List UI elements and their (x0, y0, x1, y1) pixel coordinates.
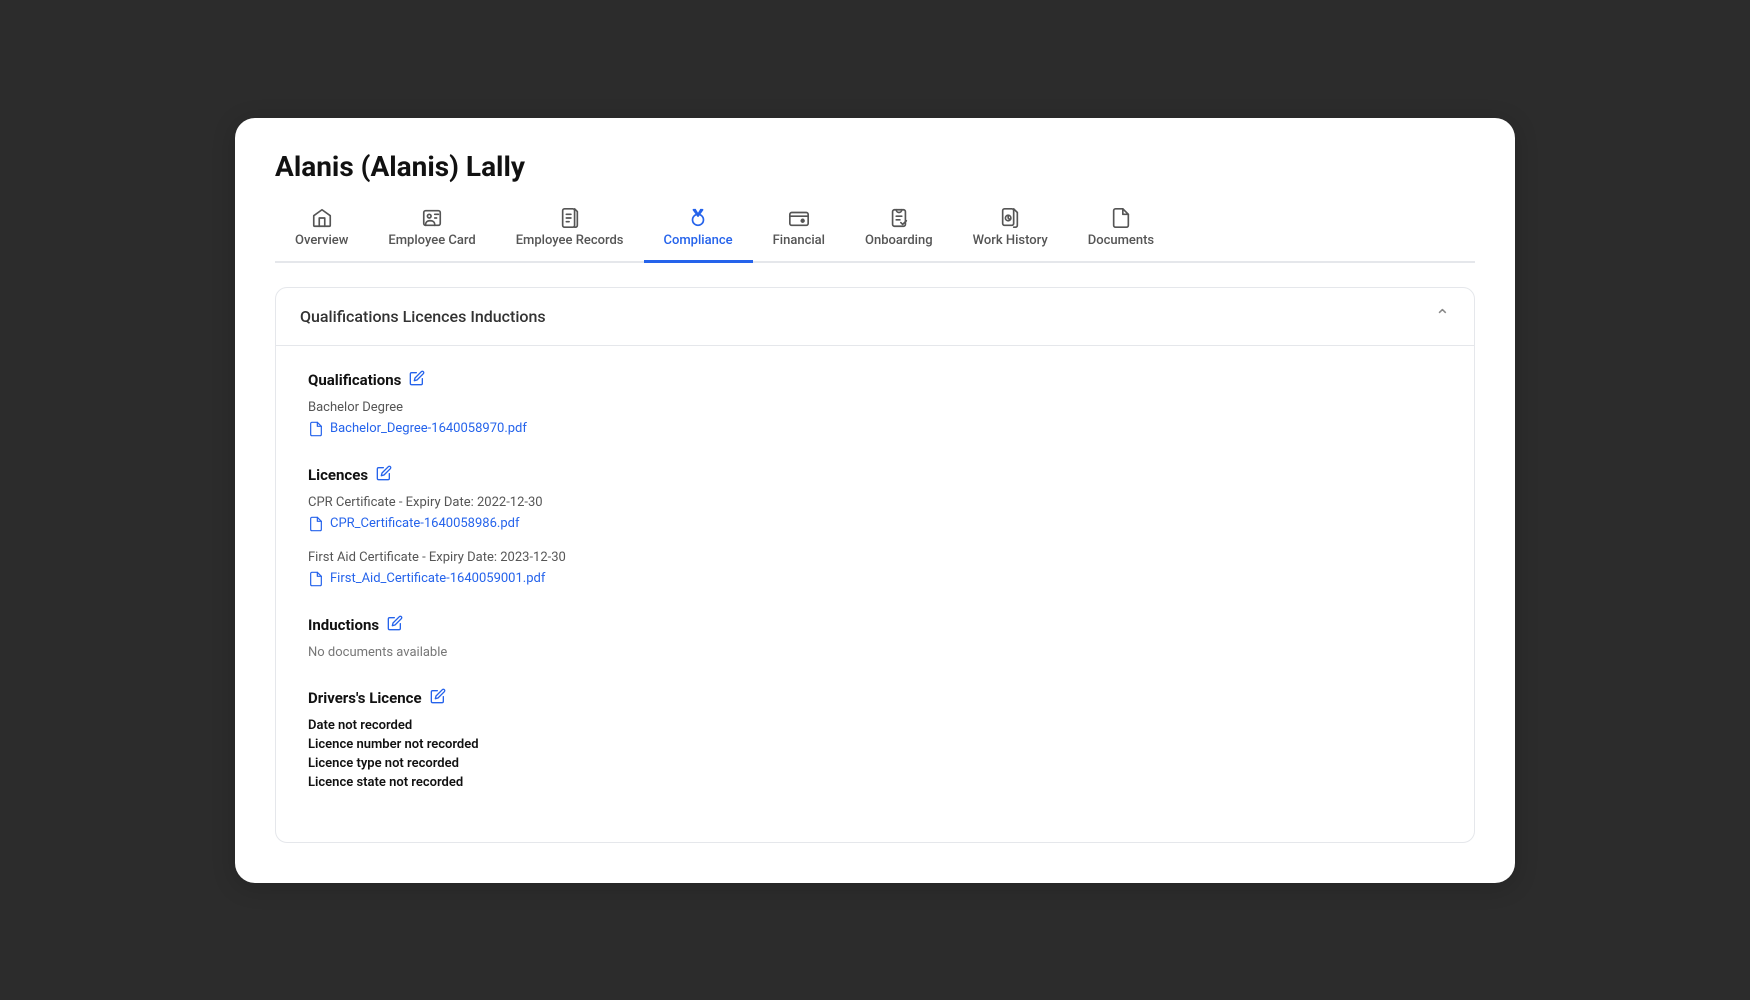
clipboard-icon (888, 207, 910, 229)
first-aid-doc-link[interactable]: First_Aid_Certificate-1640059001.pdf (308, 571, 1442, 587)
qual-type-label: Bachelor Degree (308, 400, 1442, 415)
first-aid-pdf-icon (308, 571, 324, 587)
tab-employee-card-label: Employee Card (388, 233, 475, 248)
drivers-field-date: Date not recorded (308, 718, 1442, 733)
tab-documents[interactable]: Documents (1068, 207, 1174, 263)
clock-file-icon (999, 207, 1021, 229)
cpr-doc-link[interactable]: CPR_Certificate-1640058986.pdf (308, 516, 1442, 532)
drivers-licence-title: Drivers's Licence (308, 688, 1442, 708)
tab-compliance-label: Compliance (664, 233, 733, 248)
section-body: Qualifications Bachelor Degree Bachelo (276, 346, 1474, 842)
qual-doc-link[interactable]: Bachelor_Degree-1640058970.pdf (308, 421, 1442, 437)
drivers-licence-edit-icon[interactable] (430, 688, 446, 708)
drivers-field-state: Licence state not recorded (308, 775, 1442, 790)
tab-documents-label: Documents (1088, 233, 1154, 248)
inductions-no-docs: No documents available (308, 645, 1442, 660)
document-icon (1110, 207, 1132, 229)
inductions-section: Inductions No documents available (308, 615, 1442, 660)
tab-financial-label: Financial (773, 233, 825, 248)
tab-work-history[interactable]: Work History (953, 207, 1068, 263)
first-aid-type-label: First Aid Certificate - Expiry Date: 202… (308, 550, 1442, 565)
tab-employee-records-label: Employee Records (516, 233, 624, 248)
qualifications-edit-icon[interactable] (409, 370, 425, 390)
inductions-title: Inductions (308, 615, 1442, 635)
drivers-licence-section: Drivers's Licence Date not recorded Lice… (308, 688, 1442, 790)
section-header-title: Qualifications Licences Inductions (300, 307, 546, 326)
medal-icon (687, 207, 709, 229)
drivers-field-number: Licence number not recorded (308, 737, 1442, 752)
content-area: Qualifications Licences Inductions ⌃ Qua… (275, 287, 1475, 843)
licences-title: Licences (308, 465, 1442, 485)
main-card: Alanis (Alanis) Lally Overview (235, 118, 1515, 883)
qualifications-section: Qualifications Bachelor Degree Bachelo (308, 370, 1442, 437)
cpr-pdf-icon (308, 516, 324, 532)
tab-onboarding[interactable]: Onboarding (845, 207, 953, 263)
file-list-icon (559, 207, 581, 229)
tab-work-history-label: Work History (973, 233, 1048, 248)
wallet-icon (788, 207, 810, 229)
licence-entry-first-aid: First Aid Certificate - Expiry Date: 202… (308, 550, 1442, 587)
cpr-type-label: CPR Certificate - Expiry Date: 2022-12-3… (308, 495, 1442, 510)
section-header[interactable]: Qualifications Licences Inductions ⌃ (276, 288, 1474, 346)
tab-financial[interactable]: Financial (753, 207, 845, 263)
pdf-icon (308, 421, 324, 437)
tab-overview[interactable]: Overview (275, 207, 368, 263)
chevron-up-icon: ⌃ (1435, 306, 1450, 327)
tab-onboarding-label: Onboarding (865, 233, 933, 248)
qualifications-title: Qualifications (308, 370, 1442, 390)
page-title: Alanis (Alanis) Lally (275, 150, 1475, 183)
id-card-icon (421, 207, 443, 229)
licence-entry-cpr: CPR Certificate - Expiry Date: 2022-12-3… (308, 495, 1442, 532)
tab-employee-card[interactable]: Employee Card (368, 207, 495, 263)
tab-compliance[interactable]: Compliance (644, 207, 753, 263)
licences-edit-icon[interactable] (376, 465, 392, 485)
tab-employee-records[interactable]: Employee Records (496, 207, 644, 263)
tab-navigation: Overview Employee Card (275, 207, 1475, 263)
home-icon (311, 207, 333, 229)
inductions-edit-icon[interactable] (387, 615, 403, 635)
licences-section: Licences CPR Certificate - Expiry Date: … (308, 465, 1442, 587)
drivers-field-type: Licence type not recorded (308, 756, 1442, 771)
tab-overview-label: Overview (295, 233, 348, 248)
